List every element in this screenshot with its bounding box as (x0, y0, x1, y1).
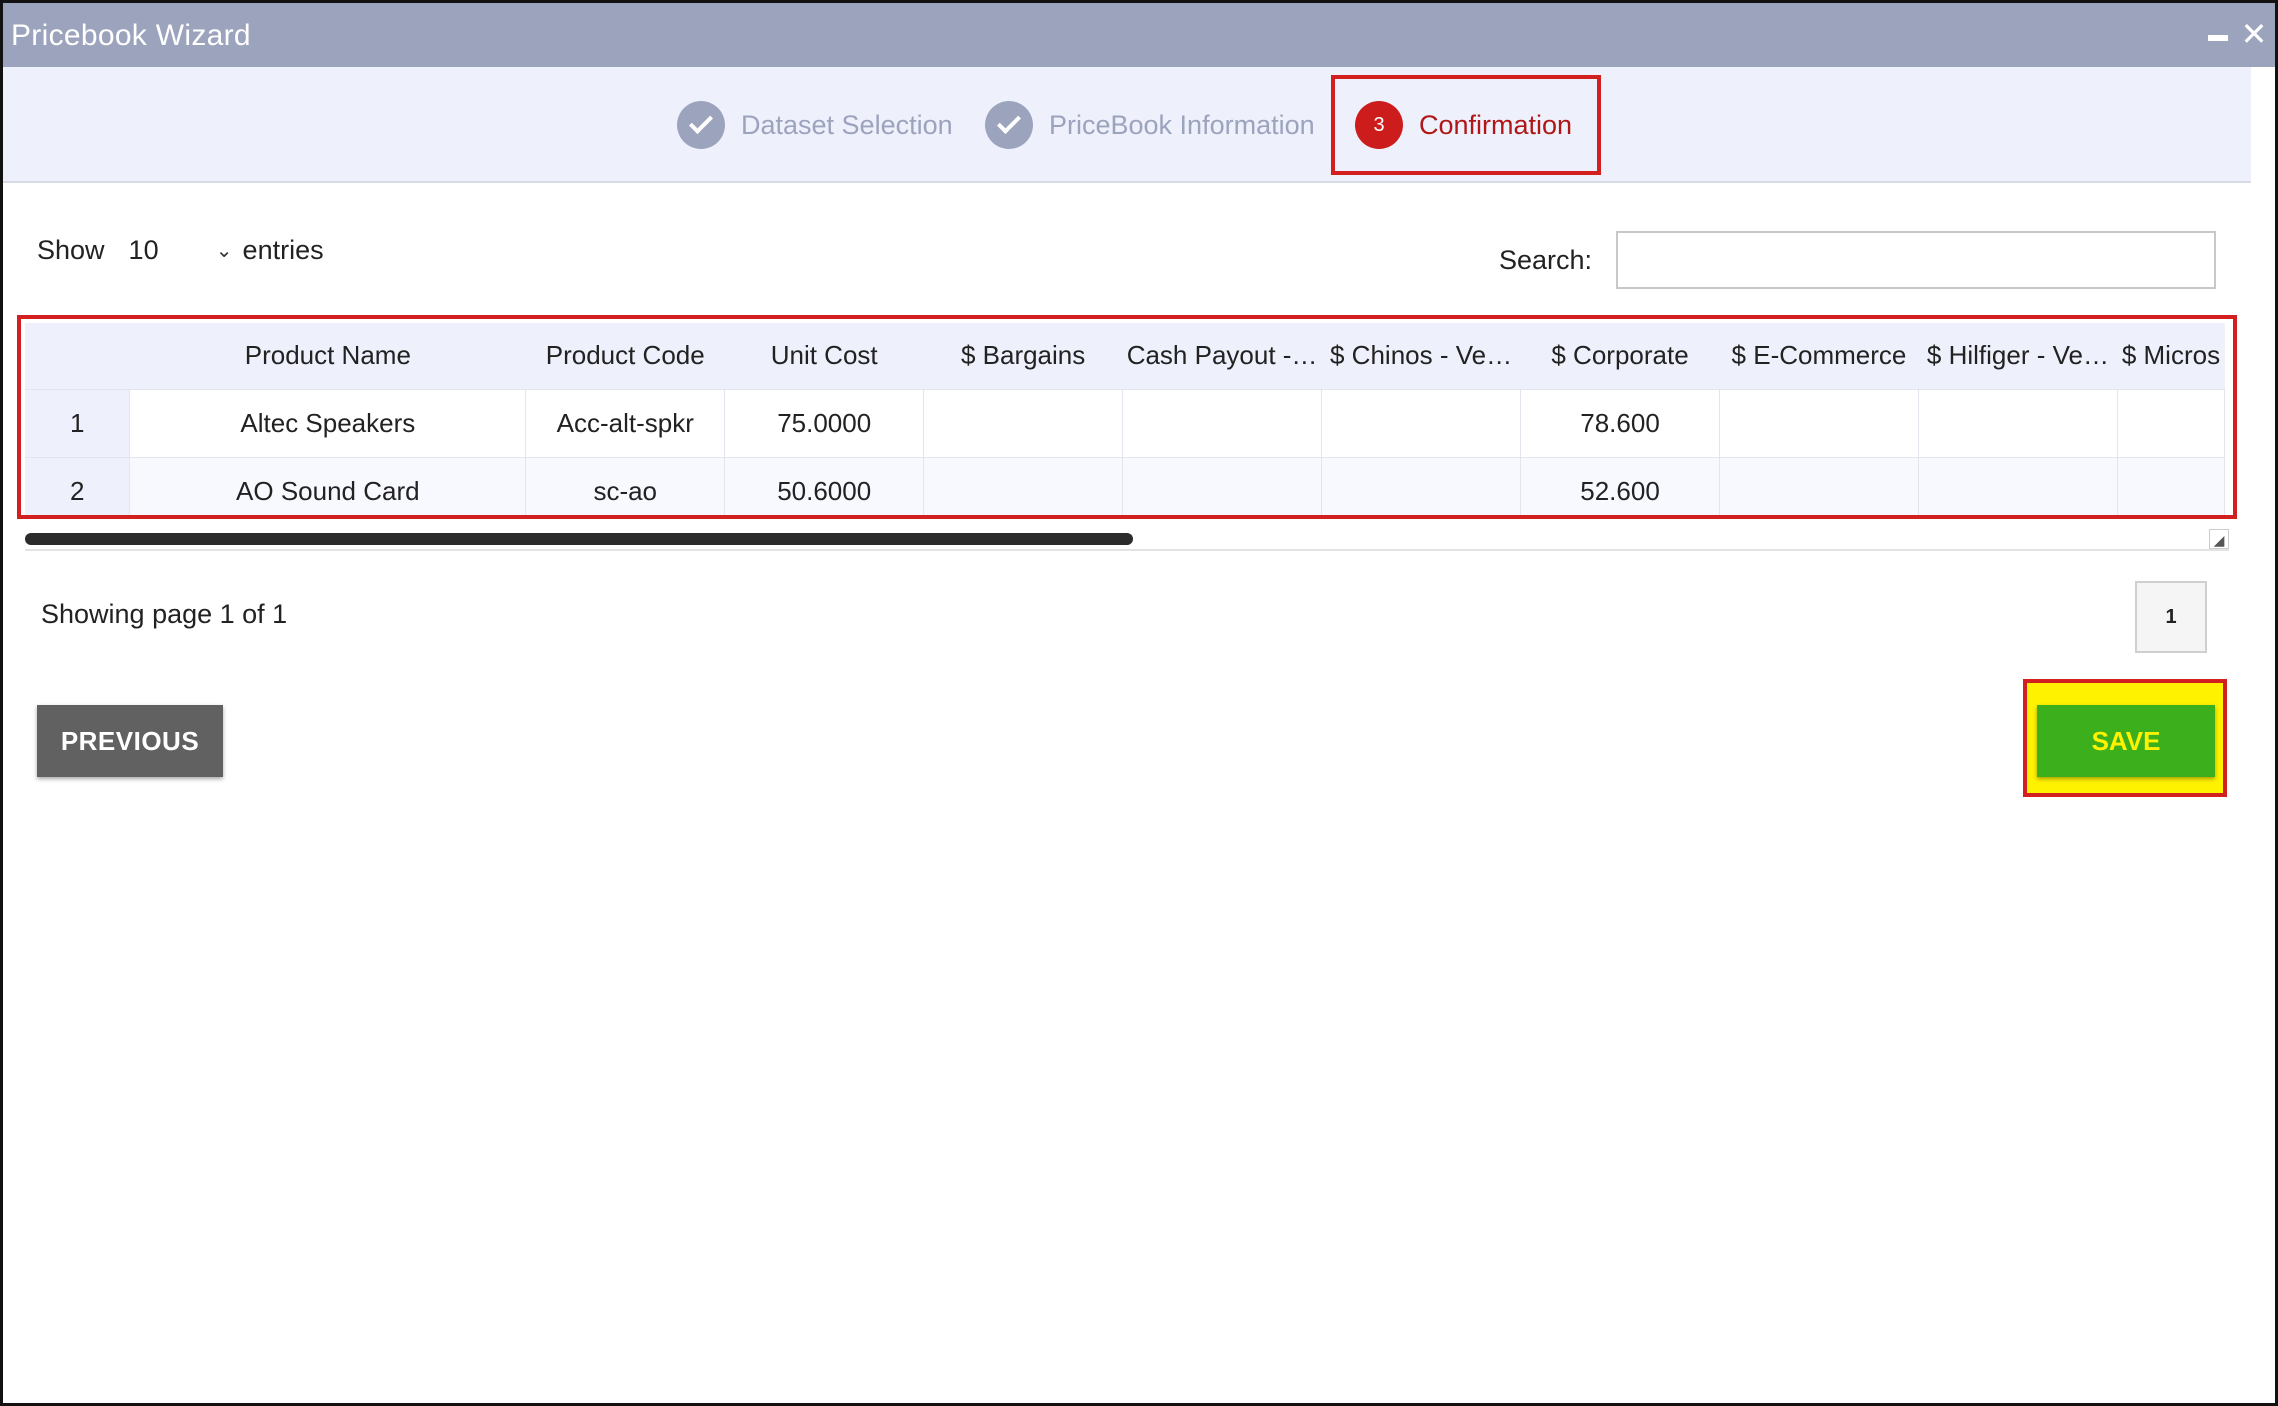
pricebook-table: Product Name Product Code Unit Cost $ Ba… (25, 323, 2225, 515)
column-header-index (25, 323, 130, 389)
column-header[interactable]: Cash Payout -… (1122, 323, 1322, 389)
row-index: 1 (25, 388, 131, 457)
step-dataset-selection[interactable]: Dataset Selection (677, 67, 953, 183)
step-confirmation[interactable]: 3 Confirmation (1331, 75, 1601, 175)
row-index: 2 (25, 456, 131, 515)
search-control: Search: (1499, 231, 2217, 289)
previous-button[interactable]: PREVIOUS (37, 705, 223, 777)
table-cell (1918, 456, 2118, 515)
window-title: Pricebook Wizard (11, 19, 251, 52)
table-cell (923, 388, 1124, 457)
table-cell (2117, 388, 2225, 457)
entries-value: 10 (128, 235, 159, 265)
step-label: PriceBook Information (1049, 109, 1315, 140)
column-header[interactable]: $ E-Commerce (1719, 323, 1919, 389)
table-cell (1719, 388, 1919, 457)
search-input[interactable] (1616, 231, 2217, 289)
step-number-badge: 3 (1355, 101, 1403, 149)
table-row: 1 Altec Speakers Acc-alt-spkr 75.0000 78… (25, 388, 2225, 457)
table-cell (1321, 456, 1522, 515)
table-cell: Altec Speakers (129, 388, 527, 457)
column-header[interactable]: $ Corporate (1520, 323, 1720, 389)
page-button-1[interactable]: 1 (2135, 581, 2207, 653)
column-header[interactable]: $ Micros (2117, 323, 2225, 389)
step-pricebook-information[interactable]: PriceBook Information (985, 67, 1315, 183)
titlebar: Pricebook Wizard ✕ (3, 3, 2275, 67)
minimize-icon[interactable] (2203, 17, 2233, 51)
wizard-steps: Dataset Selection PriceBook Information … (3, 67, 2251, 183)
table-cell: 50.6000 (724, 456, 925, 515)
table-cell: 75.0000 (724, 388, 925, 457)
table-cell (1122, 388, 1323, 457)
entries-select[interactable]: 10 ⌄ (129, 235, 233, 266)
entries-label: entries (242, 235, 324, 265)
check-icon (677, 101, 725, 149)
column-header[interactable]: Unit Cost (724, 323, 924, 389)
column-header[interactable]: $ Chinos - Ve… (1321, 323, 1521, 389)
show-label: Show (37, 235, 105, 265)
table-scroll-area: Product Name Product Code Unit Cost $ Ba… (25, 323, 2225, 515)
table-cell (923, 456, 1124, 515)
scrollbar-thumb[interactable] (25, 533, 1133, 545)
entries-length-control: Show 10 ⌄ entries (37, 235, 324, 266)
column-header[interactable]: $ Hilfiger - Ve… (1918, 323, 2118, 389)
pricebook-wizard-window: Pricebook Wizard ✕ Dataset Selection Pri… (0, 0, 2278, 1406)
table-cell: AO Sound Card (129, 456, 527, 515)
table-cell: 78.600 (1520, 388, 1720, 457)
table-cell: Acc-alt-spkr (525, 388, 726, 457)
table-cell (2117, 456, 2225, 515)
table-header-row: Product Name Product Code Unit Cost $ Ba… (25, 323, 2225, 389)
column-header[interactable]: Product Code (525, 323, 725, 389)
horizontal-scrollbar[interactable]: ◢ (25, 529, 2229, 551)
close-icon[interactable]: ✕ (2239, 17, 2269, 51)
column-header[interactable]: $ Bargains (923, 323, 1123, 389)
check-icon (985, 101, 1033, 149)
table-cell (1918, 388, 2118, 457)
table-cell (1321, 388, 1522, 457)
column-header[interactable]: Product Name (129, 323, 526, 389)
resize-grip-icon[interactable]: ◢ (2209, 529, 2229, 549)
pricebook-table-highlight: Product Name Product Code Unit Cost $ Ba… (17, 315, 2237, 519)
pagination-info: Showing page 1 of 1 (41, 599, 288, 629)
save-button-highlight: SAVE (2023, 679, 2227, 797)
save-button[interactable]: SAVE (2037, 705, 2215, 777)
step-label: Dataset Selection (741, 109, 953, 140)
search-label: Search: (1499, 244, 1593, 275)
table-cell: 52.600 (1520, 456, 1720, 515)
table-cell (1719, 456, 1919, 515)
chevron-down-icon: ⌄ (215, 240, 233, 262)
table-cell: sc-ao (525, 456, 726, 515)
table-row: 2 AO Sound Card sc-ao 50.6000 52.600 (25, 456, 2225, 515)
table-cell (1122, 456, 1323, 515)
step-label: Confirmation (1419, 109, 1573, 140)
